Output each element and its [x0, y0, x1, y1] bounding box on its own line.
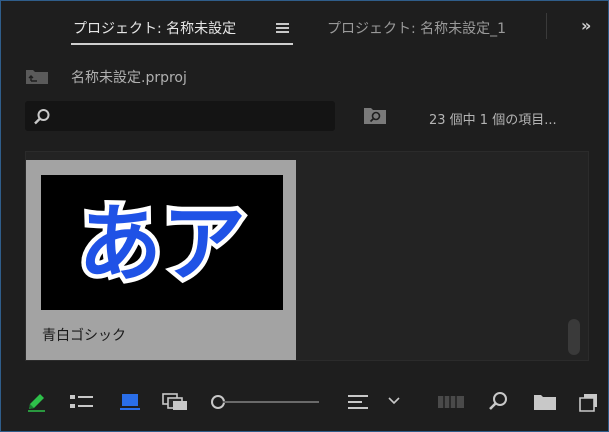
hamburger-icon[interactable]	[276, 23, 289, 33]
tab-project-active[interactable]: プロジェクト: 名称未設定	[73, 18, 236, 38]
thumbnail-text: あア	[78, 195, 246, 293]
scrollbar-thumb[interactable]	[568, 319, 580, 355]
double-chevron-icon[interactable]: »	[581, 16, 591, 35]
zoom-slider-track[interactable]	[223, 401, 319, 403]
bottom-toolbar	[1, 379, 608, 431]
tab-divider	[546, 13, 547, 39]
clip-item[interactable]: あア 青白ゴシック	[26, 160, 296, 360]
active-tab-indicator	[71, 43, 293, 45]
project-panel: プロジェクト: 名称未設定 プロジェクト: 名称未設定_1 » 名称未設定.pr…	[0, 0, 609, 432]
freeform-view-icon[interactable]	[161, 392, 191, 412]
find-icon[interactable]	[487, 391, 509, 413]
tab-project-inactive[interactable]: プロジェクト: 名称未設定_1	[327, 18, 506, 38]
icon-view-icon[interactable]	[119, 392, 141, 412]
list-view-icon[interactable]	[69, 393, 95, 411]
thumbnail-graphic: あア	[73, 191, 250, 298]
sort-icon[interactable]	[347, 393, 369, 411]
search-icon	[34, 109, 50, 125]
search-input[interactable]	[59, 106, 333, 128]
clip-name: 青白ゴシック	[42, 328, 126, 344]
chevron-down-icon[interactable]	[387, 396, 401, 406]
automate-sequence-icon[interactable]	[437, 394, 465, 410]
project-folder-icon	[26, 70, 48, 84]
new-item-icon[interactable]	[577, 392, 599, 414]
item-count: 23 個中 1 個の項目...	[429, 113, 557, 128]
tab-bar: プロジェクト: 名称未設定 プロジェクト: 名称未設定_1 »	[1, 1, 608, 45]
new-bin-icon[interactable]	[533, 393, 557, 411]
search-field[interactable]	[25, 101, 335, 131]
pencil-icon[interactable]	[25, 391, 47, 413]
find-bin-icon[interactable]	[363, 105, 387, 125]
clip-grid: あア 青白ゴシック	[25, 151, 589, 361]
project-file-name: 名称未設定.prproj	[71, 70, 187, 86]
clip-thumbnail: あア	[41, 175, 283, 310]
